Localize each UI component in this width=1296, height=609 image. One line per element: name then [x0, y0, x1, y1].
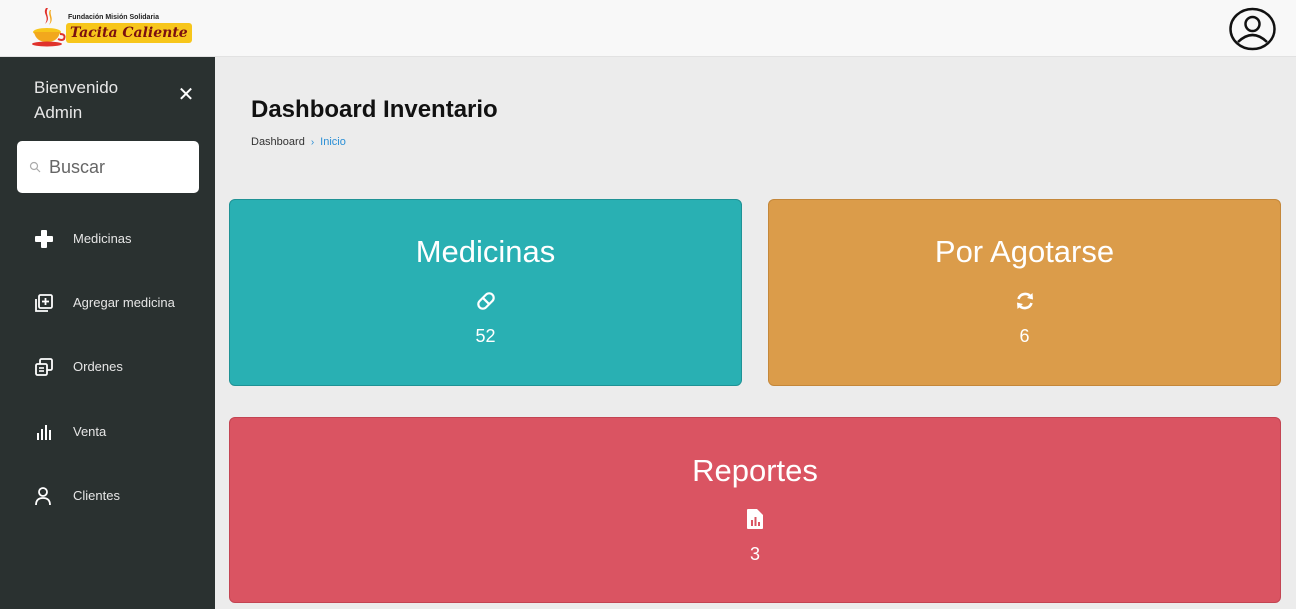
card-reportes[interactable]: Reportes 3 — [229, 417, 1281, 603]
sidebar-item-label: Agregar medicina — [73, 295, 175, 310]
sidebar-item-agregar-medicina[interactable]: Agregar medicina — [0, 283, 215, 323]
welcome-text: Bienvenido Admin — [34, 78, 119, 122]
card-title: Por Agotarse — [934, 234, 1115, 269]
breadcrumb-root[interactable]: Dashboard — [251, 136, 305, 148]
close-icon[interactable]: ✕ — [176, 85, 196, 105]
sidebar-item-ordenes[interactable]: Ordenes — [0, 347, 215, 387]
sidebar-item-medicinas[interactable]: Medicinas — [0, 219, 215, 259]
refresh-icon — [1016, 292, 1033, 310]
logo-brand: Tacita Caliente — [66, 23, 192, 43]
breadcrumb-current[interactable]: Inicio — [320, 136, 346, 148]
user-icon — [35, 487, 51, 506]
page-title: Dashboard Inventario — [251, 96, 498, 123]
card-count: 52 — [475, 326, 496, 346]
sidebar-item-label: Medicinas — [73, 231, 132, 246]
cup-logo-icon — [32, 8, 66, 47]
user-circle-icon[interactable] — [1228, 7, 1277, 51]
report-file-icon — [747, 509, 763, 529]
logo-subtitle: Fundación Misión Solidaria — [68, 14, 160, 21]
sidebar-item-label: Clientes — [73, 488, 120, 503]
breadcrumb: Dashboard › Inicio — [251, 136, 346, 148]
sidebar: Bienvenido Admin ✕ Medicinas Agregar med… — [0, 57, 215, 609]
sidebar-item-venta[interactable]: Venta — [0, 412, 215, 452]
card-title: Reportes — [692, 453, 818, 488]
sidebar-item-label: Venta — [73, 424, 107, 439]
card-count: 6 — [1019, 326, 1030, 346]
sidebar-item-clientes[interactable]: Clientes — [0, 476, 215, 516]
bar-chart-icon — [37, 425, 51, 440]
pill-icon — [476, 292, 495, 310]
breadcrumb-separator: › — [310, 137, 315, 148]
card-title: Medicinas — [415, 234, 556, 269]
top-bar: Fundación Misión Solidaria Tacita Calien… — [0, 0, 1296, 57]
search-box[interactable] — [17, 141, 199, 193]
search-input[interactable] — [49, 151, 189, 183]
search-icon — [29, 161, 41, 173]
card-medicinas[interactable]: Medicinas 52 — [229, 199, 742, 386]
sidebar-item-label: Ordenes — [73, 359, 123, 374]
card-count: 3 — [749, 544, 760, 564]
orders-icon — [35, 358, 53, 376]
plus-icon — [35, 230, 53, 248]
add-box-icon — [35, 294, 53, 312]
logo[interactable]: Fundación Misión Solidaria Tacita Calien… — [30, 6, 192, 48]
card-por-agotarse[interactable]: Por Agotarse 6 — [768, 199, 1281, 386]
